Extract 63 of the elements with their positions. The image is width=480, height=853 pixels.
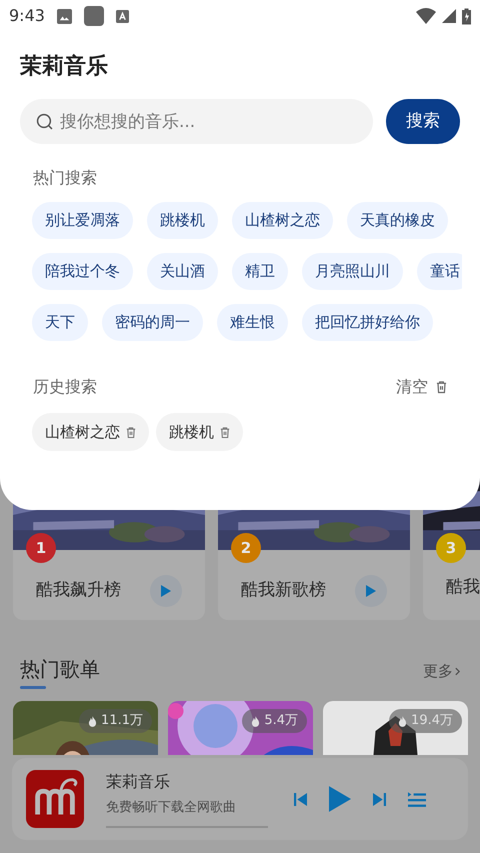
search-chip[interactable]: 把回忆拼好给你 xyxy=(302,304,433,341)
more-link[interactable]: 更多 xyxy=(423,660,460,683)
section-title: 历史搜索 xyxy=(33,376,97,398)
flame-icon xyxy=(398,716,408,726)
status-time: 9:43 xyxy=(9,5,45,27)
keyboard-icon xyxy=(116,10,129,22)
playlist-card[interactable]: 11.1万 xyxy=(13,701,158,755)
search-chip[interactable]: 童话 xyxy=(417,253,462,290)
search-chip[interactable]: 山楂树之恋 xyxy=(232,202,333,239)
play-count-badge: 19.4万 xyxy=(389,709,462,733)
app-logo-icon xyxy=(26,770,84,828)
search-chip[interactable]: 关山酒 xyxy=(147,253,218,290)
search-icon xyxy=(36,113,53,130)
rank-badge: 1 xyxy=(26,533,56,563)
flame-icon xyxy=(88,716,98,726)
previous-icon[interactable] xyxy=(294,792,307,806)
rank-badge: 3 xyxy=(436,533,466,563)
signal-icon xyxy=(442,9,456,23)
history-label[interactable]: 跳楼机 xyxy=(169,420,214,444)
next-icon[interactable] xyxy=(373,792,386,806)
search-chip[interactable]: 密码的周一 xyxy=(102,304,203,341)
play-count-badge: 5.4万 xyxy=(242,709,307,733)
play-icon[interactable] xyxy=(329,786,351,812)
history-chip[interactable]: 跳楼机 xyxy=(156,413,243,451)
search-field[interactable]: 搜你想搜的音乐... xyxy=(20,99,374,144)
section-title: 热门歌单 xyxy=(20,656,100,683)
app-title: 茉莉音乐 xyxy=(19,52,109,81)
search-button[interactable]: 搜索 xyxy=(386,99,460,144)
play-icon xyxy=(161,585,171,597)
search-chip[interactable]: 月亮照山川 xyxy=(302,253,403,290)
app-notification-icon xyxy=(84,6,104,26)
player-subtitle: 免费畅听下载全网歌曲 xyxy=(106,799,237,818)
trash-icon[interactable] xyxy=(220,426,230,438)
search-chip[interactable]: 跳楼机 xyxy=(147,202,218,239)
section-title: 热门搜索 xyxy=(32,167,98,189)
mini-player[interactable]: 茉莉音乐 免费畅听下载全网歌曲 xyxy=(12,758,468,840)
trash-icon xyxy=(436,380,447,394)
play-icon xyxy=(366,585,376,597)
chevron-icon xyxy=(455,667,460,676)
search-chip[interactable]: 别让爱凋落 xyxy=(32,202,133,239)
search-chip[interactable]: 天真的橡皮 xyxy=(347,202,448,239)
chart-title: 酷我新歌榜 xyxy=(241,579,326,602)
history-chip[interactable]: 山楂树之恋 xyxy=(32,413,149,451)
chart-title: 酷我飙升榜 xyxy=(36,579,121,602)
rank-badge: 2 xyxy=(231,533,261,563)
search-chip[interactable]: 难生恨 xyxy=(217,304,288,341)
battery-icon xyxy=(462,8,471,24)
clear-button[interactable]: 清空 xyxy=(396,375,447,399)
chart-title: 酷我 xyxy=(446,576,480,599)
play-button[interactable] xyxy=(150,575,182,607)
wifi-icon xyxy=(416,8,436,24)
search-chip[interactable]: 陪我过个冬 xyxy=(32,253,133,290)
search-chip[interactable]: 精卫 xyxy=(232,253,288,290)
flame-icon xyxy=(251,716,260,726)
play-count-badge: 11.1万 xyxy=(79,709,152,733)
history-label[interactable]: 山楂树之恋 xyxy=(45,420,120,444)
playlist-card[interactable]: 5.4万 xyxy=(168,701,313,755)
trash-icon[interactable] xyxy=(126,426,136,438)
play-button[interactable] xyxy=(355,575,387,607)
playlist-icon[interactable] xyxy=(408,791,426,807)
player-title: 茉莉音乐 xyxy=(106,771,171,794)
image-icon xyxy=(56,8,72,24)
search-chip[interactable]: 天下 xyxy=(32,304,88,341)
